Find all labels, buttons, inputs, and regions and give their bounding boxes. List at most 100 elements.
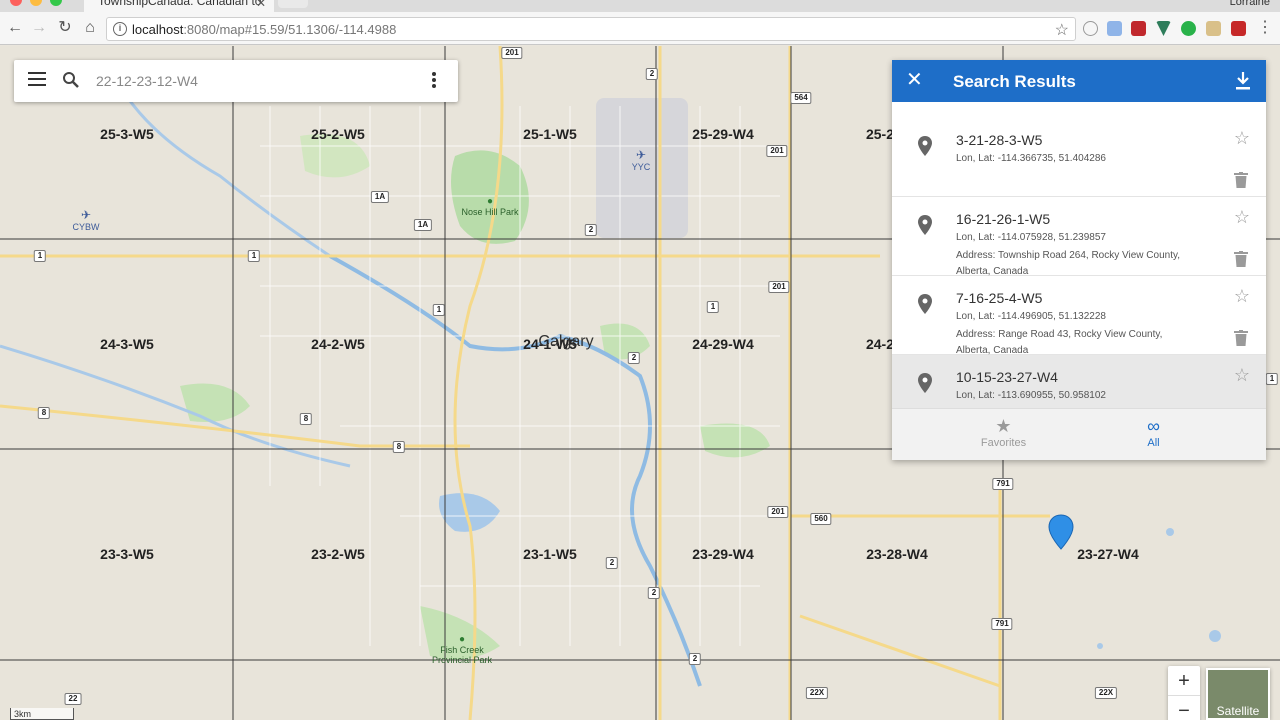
result-name: 7-16-25-4-W5 — [956, 290, 1043, 306]
highway-shield: 201 — [768, 281, 790, 293]
home-icon[interactable]: ⌂ — [79, 17, 101, 39]
extension-cors-icon[interactable] — [1231, 21, 1246, 36]
profile-name[interactable]: Lorraine — [1230, 0, 1270, 8]
tree-icon: ● — [486, 196, 494, 207]
highway-shield: 1 — [247, 250, 261, 262]
results-list: 3-21-28-3-W5 Lon, Lat: -114.366735, 51.4… — [892, 118, 1266, 408]
reload-icon[interactable]: ↻ — [54, 17, 76, 39]
tab-label: All — [1147, 437, 1160, 449]
highway-shield: 22X — [805, 687, 829, 699]
result-item[interactable]: 10-15-23-27-W4 Lon, Lat: -113.690955, 50… — [892, 355, 1266, 408]
star-icon[interactable]: ☆ — [1234, 365, 1250, 386]
airport-label: ✈ CYBW — [72, 208, 100, 232]
map-pin-icon — [918, 294, 932, 314]
new-tab-button[interactable] — [278, 0, 308, 8]
highway-shield: 22X — [1094, 687, 1118, 699]
result-coords: Lon, Lat: -113.690955, 50.958102 — [956, 390, 1106, 401]
more-options-icon[interactable] — [432, 72, 436, 90]
hamburger-menu-icon[interactable] — [28, 72, 46, 90]
highway-shield: 1A — [413, 219, 433, 231]
highway-shield: 201 — [767, 506, 789, 518]
extension-vue-icon[interactable] — [1156, 21, 1171, 36]
search-input[interactable]: 22-12-23-12-W4 — [96, 73, 198, 89]
site-info-icon[interactable]: i — [113, 22, 127, 36]
scale-bar: 3km — [10, 708, 74, 720]
highway-shield: 1 — [33, 250, 47, 262]
zoom-in-button[interactable]: + — [1168, 666, 1200, 696]
download-icon[interactable] — [1234, 71, 1252, 91]
forward-arrow-icon[interactable]: → — [28, 17, 50, 39]
address-bar[interactable]: i localhost:8080/map#15.59/51.1306/-114.… — [106, 17, 1076, 41]
airport-label: ✈ YYC — [631, 148, 651, 172]
extension-doc-icon[interactable] — [1107, 21, 1122, 36]
tree-icon: ● — [458, 634, 466, 645]
close-window-icon[interactable] — [10, 0, 22, 6]
township-label: 24-29-W4 — [692, 336, 754, 352]
search-icon[interactable] — [62, 71, 80, 89]
highway-shield: 1A — [370, 191, 390, 203]
minimize-window-icon[interactable] — [30, 0, 42, 6]
highway-shield: 1 — [1265, 373, 1279, 385]
township-label: 25-1-W5 — [523, 126, 577, 142]
close-icon[interactable]: ✕ — [906, 70, 923, 90]
township-label: 23-29-W4 — [692, 546, 754, 562]
highway-shield: 8 — [37, 407, 51, 419]
browser-menu-icon[interactable]: ⋮ — [1254, 17, 1276, 39]
highway-shield: 2 — [605, 557, 619, 569]
trash-icon[interactable] — [1234, 172, 1248, 188]
extension-image-icon[interactable] — [1206, 21, 1221, 36]
url-text: localhost:8080/map#15.59/51.1306/-114.49… — [132, 22, 397, 37]
bookmark-star-icon[interactable]: ☆ — [1055, 20, 1069, 40]
highway-shield: 791 — [992, 478, 1014, 490]
panel-header: ✕ Search Results — [892, 60, 1266, 102]
browser-tabstrip: TownshipCanada: Canadian to ✕ Lorraine — [0, 0, 1280, 12]
satellite-label: Satellite — [1216, 704, 1260, 718]
result-item[interactable]: 7-16-25-4-W5 Lon, Lat: -114.496905, 51.1… — [892, 276, 1266, 356]
highway-shield: 8 — [392, 441, 406, 453]
highway-shield: 2 — [645, 68, 659, 80]
result-item[interactable]: 16-21-26-1-W5 Lon, Lat: -114.075928, 51.… — [892, 197, 1266, 277]
result-item[interactable]: 3-21-28-3-W5 Lon, Lat: -114.366735, 51.4… — [892, 118, 1266, 197]
satellite-toggle-button[interactable]: Satellite — [1206, 668, 1270, 720]
extension-green-icon[interactable] — [1181, 21, 1196, 36]
panel-footer: ★ Favorites ∞ All — [892, 408, 1266, 460]
browser-toolbar: ← → ↻ ⌂ i localhost:8080/map#15.59/51.13… — [0, 12, 1280, 45]
tab-all[interactable]: ∞ All — [1060, 409, 1247, 461]
location-marker-icon[interactable] — [1048, 514, 1074, 550]
highway-shield: 564 — [790, 92, 812, 104]
highway-shield: 2 — [584, 224, 598, 236]
browser-tab[interactable]: TownshipCanada: Canadian to — [84, 0, 274, 12]
township-label: 25-2 — [865, 126, 895, 142]
township-label: 24-3-W5 — [100, 336, 154, 352]
park-label: ● Nose Hill Park — [461, 196, 519, 217]
close-tab-icon[interactable]: ✕ — [256, 0, 266, 10]
extension-circle-icon[interactable] — [1083, 21, 1098, 36]
trash-icon[interactable] — [1234, 330, 1248, 346]
township-label: 24-2 — [865, 336, 895, 352]
infinity-icon: ∞ — [1147, 416, 1160, 436]
highway-shield: 1 — [432, 304, 446, 316]
star-icon[interactable]: ☆ — [1234, 207, 1250, 228]
result-name: 3-21-28-3-W5 — [956, 132, 1043, 148]
township-label: 25-2-W5 — [311, 126, 365, 142]
zoom-out-button[interactable]: − — [1168, 696, 1200, 720]
result-name: 16-21-26-1-W5 — [956, 211, 1051, 227]
highway-shield: 2 — [688, 653, 702, 665]
star-icon[interactable]: ☆ — [1234, 286, 1250, 307]
park-label: ● Fish Creek Provincial Park — [427, 634, 497, 665]
highway-shield: 201 — [766, 145, 788, 157]
airplane-icon: ✈ — [635, 148, 647, 162]
highway-shield: 2 — [627, 352, 641, 364]
map-pin-icon — [918, 215, 932, 235]
township-label: 23-27-W4 — [1077, 546, 1139, 562]
map-pin-icon — [918, 373, 932, 393]
highway-shield: 560 — [810, 513, 832, 525]
back-arrow-icon[interactable]: ← — [4, 17, 26, 39]
extension-red-icon[interactable] — [1131, 21, 1146, 36]
highway-shield: 201 — [501, 47, 523, 59]
star-icon[interactable]: ☆ — [1234, 128, 1250, 149]
township-label: 23-1-W5 — [523, 546, 577, 562]
trash-icon[interactable] — [1234, 251, 1248, 267]
maximize-window-icon[interactable] — [50, 0, 62, 6]
highway-shield: 8 — [299, 413, 313, 425]
